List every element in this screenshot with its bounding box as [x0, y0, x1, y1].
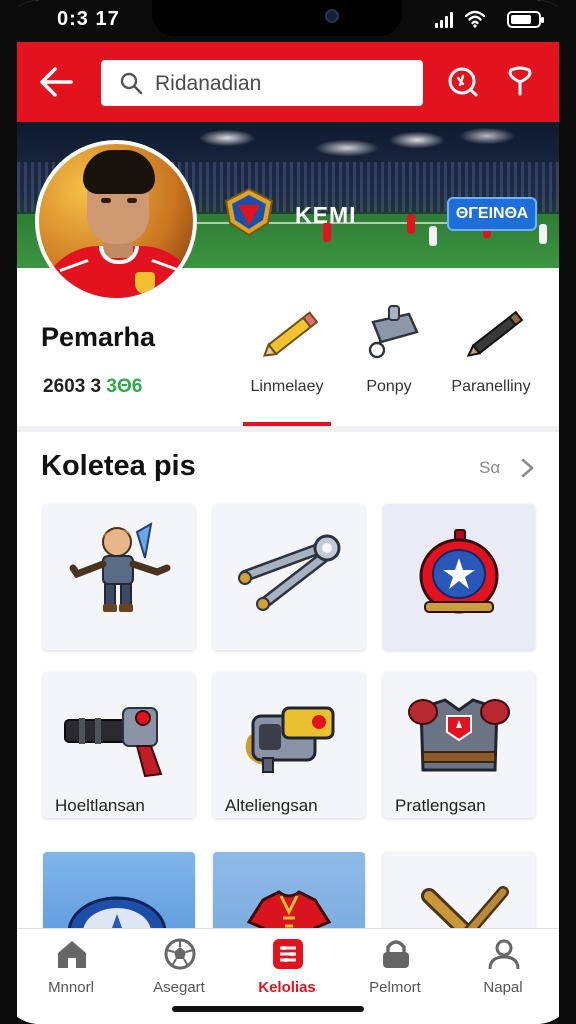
heart-pin-icon[interactable] — [503, 64, 537, 98]
nav-label: Mnnorl — [48, 979, 94, 996]
tool-tab-marker[interactable]: Paranelliny — [441, 298, 541, 398]
wifi-icon — [465, 10, 485, 28]
nav-label: Asegart — [153, 979, 205, 996]
profile-name: Pemarha — [41, 322, 156, 352]
tool-tab-clamp[interactable]: Ponpy — [339, 298, 439, 398]
profile-avatar[interactable] — [35, 140, 197, 302]
back-arrow-icon[interactable] — [37, 64, 75, 100]
marker-icon — [466, 310, 524, 357]
nav-label: Pelmort — [369, 979, 421, 996]
search-input[interactable]: Ridanadian — [155, 72, 261, 96]
home-indicator[interactable] — [172, 1006, 364, 1012]
search-icon — [120, 72, 143, 95]
ball-icon — [164, 938, 196, 970]
scan-search-icon[interactable] — [445, 64, 479, 98]
armor-vest-icon — [408, 698, 510, 772]
clamp-icon — [368, 305, 419, 359]
battery-icon — [507, 11, 544, 28]
nav-item-home[interactable]: Mnnorl — [17, 929, 125, 1019]
section-divider — [17, 426, 559, 432]
status-bar: 0:3 17 — [17, 0, 559, 42]
shirt-badge-icon — [135, 272, 155, 294]
app-bar: Ridanadian — [17, 42, 559, 122]
nav-label: Kelolias — [258, 979, 316, 996]
avatar-eye — [101, 198, 111, 203]
collection-card[interactable]: Hoeltlansan — [43, 672, 195, 818]
wrench-icon — [238, 534, 341, 611]
collection-icon — [273, 939, 303, 969]
chevron-right-icon[interactable] — [517, 456, 537, 480]
banner-action-button[interactable]: ΘΓΕΙΝΘΑ — [447, 197, 537, 231]
banner-title: KEMI — [295, 202, 357, 228]
camera-icon — [325, 9, 339, 23]
collection-card[interactable] — [383, 504, 535, 650]
avatar-eye — [127, 198, 137, 203]
collection-card[interactable] — [43, 504, 195, 650]
pencil-icon — [262, 311, 319, 357]
phone-frame: 0:3 17 Ridanadian KEMI ΘΓΕΙΝΘΑ Pemarha 2… — [0, 0, 576, 1024]
nav-label: Napal — [483, 979, 523, 996]
profile-stat-primary: 2603 3 — [43, 376, 102, 397]
collection-card[interactable]: Alteliengsan — [213, 672, 365, 818]
lock-icon — [383, 940, 409, 968]
see-all-link[interactable]: Sα — [479, 458, 500, 478]
warrior-figure-icon — [69, 522, 171, 612]
profile-stats: 2603 3 3Θ6 — [43, 376, 142, 398]
tool-tab-label: Paranelliny — [451, 378, 531, 395]
pitch-player — [429, 226, 437, 246]
nav-item-profile[interactable]: Napal — [449, 929, 557, 1019]
camera-notch — [152, 0, 402, 36]
profile-stat-secondary: 3Θ6 — [106, 376, 143, 397]
club-crest-icon — [224, 187, 274, 237]
collection-card-label: Hoeltlansan — [55, 796, 145, 815]
collection-card[interactable] — [213, 504, 365, 650]
app-screen: 0:3 17 Ridanadian KEMI ΘΓΕΙΝΘΑ Pemarha 2… — [17, 0, 559, 1024]
avatar-hair — [83, 150, 155, 194]
collection-title: Koletea pis — [41, 450, 196, 482]
collection-card-label: Pratlengsan — [395, 796, 486, 815]
blaster-icon — [64, 707, 163, 778]
status-time: 0:3 17 — [57, 8, 120, 30]
helmet-icon — [419, 529, 499, 614]
tool-tab-pencil[interactable]: Linmelaey — [237, 298, 337, 398]
pitch-player — [407, 214, 415, 234]
collection-card-label: Alteliengsan — [225, 796, 318, 815]
search-bar[interactable]: Ridanadian — [101, 60, 423, 106]
gadget-icon — [245, 706, 335, 773]
pitch-player — [539, 224, 547, 244]
signal-icon — [435, 12, 457, 28]
home-icon — [58, 941, 86, 968]
profile-icon — [488, 939, 520, 970]
collection-card[interactable]: Pratlengsan — [383, 672, 535, 818]
